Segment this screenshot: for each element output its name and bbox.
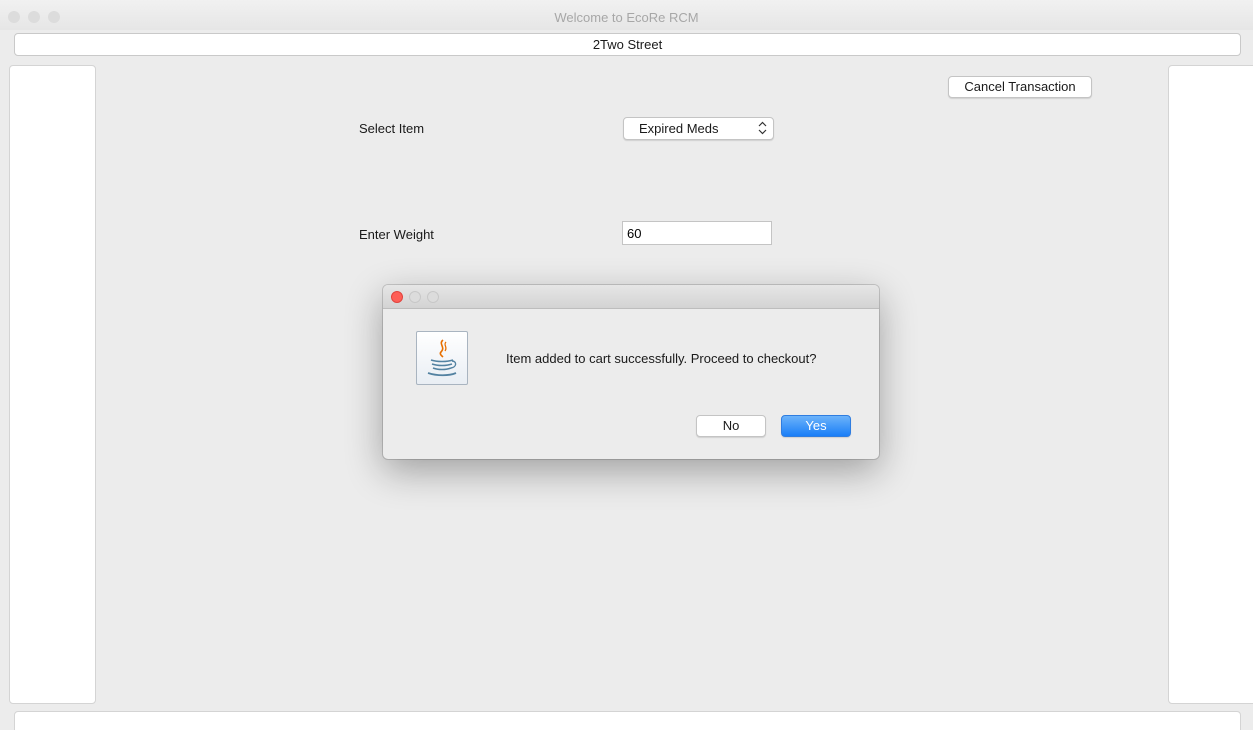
yes-button[interactable]: Yes [781, 415, 851, 437]
bottom-panel [14, 711, 1241, 730]
street-label: 2Two Street [14, 33, 1241, 56]
close-dialog-icon[interactable] [391, 291, 403, 303]
right-side-panel [1168, 65, 1253, 704]
window-titlebar[interactable]: Welcome to EcoRe RCM [0, 0, 1253, 30]
select-item-label: Select Item [359, 121, 425, 136]
no-button[interactable]: No [696, 415, 766, 437]
confirm-dialog: Item added to cart successfully. Proceed… [383, 285, 879, 459]
dialog-titlebar[interactable] [383, 285, 879, 309]
main-window: Welcome to EcoRe RCM 2Two Street Cancel … [0, 0, 1253, 730]
cancel-transaction-button[interactable]: Cancel Transaction [948, 76, 1092, 98]
enter-weight-label: Enter Weight [359, 227, 434, 242]
updown-chevron-icon [758, 120, 767, 135]
minimize-dialog-icon [409, 291, 421, 303]
item-select-value: Expired Meds [639, 121, 719, 136]
java-coffee-cup-icon [416, 331, 468, 385]
item-select[interactable]: Expired Meds [623, 117, 774, 140]
weight-input[interactable] [622, 221, 772, 245]
zoom-dialog-icon [427, 291, 439, 303]
left-side-panel [9, 65, 96, 704]
window-title: Welcome to EcoRe RCM [554, 10, 699, 25]
dialog-message: Item added to cart successfully. Proceed… [506, 351, 817, 366]
